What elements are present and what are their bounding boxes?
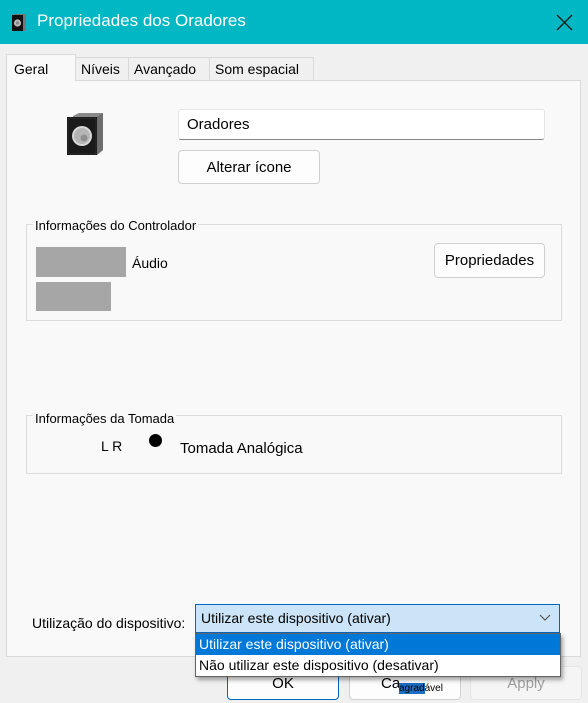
close-icon [556, 14, 572, 30]
chevron-down-icon [539, 614, 551, 621]
redacted-controller-name [36, 247, 126, 277]
jack-color-indicator [149, 434, 162, 447]
cancel-button-label: Ca [381, 675, 401, 692]
overlay-text-fragment: agradável [399, 683, 443, 694]
controller-name-suffix: Áudio [132, 255, 168, 271]
device-usage-label: Utilização do dispositivo: [32, 615, 186, 631]
dropdown-option-disable[interactable]: Não utilizar este dispositivo (desativar… [196, 655, 560, 676]
jack-info-label: Informações da Tomada [33, 411, 177, 426]
tab-som-espacial[interactable]: Som espacial [209, 57, 314, 80]
controller-info-label: Informações do Controlador [33, 218, 199, 233]
change-icon-button[interactable]: Alterar ícone [178, 150, 320, 184]
tab-geral[interactable]: Geral [6, 54, 76, 81]
tab-avancado[interactable]: Avançado [128, 57, 210, 80]
title-bar: Propriedades dos Oradores [0, 0, 588, 44]
controller-properties-button[interactable]: Propriedades [434, 243, 545, 278]
device-usage-dropdown-list: Utilizar este dispositivo (ativar) Não u… [195, 633, 561, 677]
window-title: Propriedades dos Oradores [37, 11, 246, 30]
overlay-text-rest: ável [424, 683, 443, 694]
jack-channels: L R [101, 438, 123, 454]
speaker-icon [67, 113, 103, 155]
overlay-text-highlight: agrad [399, 683, 425, 694]
tab-niveis[interactable]: Níveis [75, 57, 129, 80]
dropdown-option-enable[interactable]: Utilizar este dispositivo (ativar) [196, 634, 560, 655]
redacted-controller-vendor [36, 282, 111, 311]
device-usage-selected-value: Utilizar este dispositivo (ativar) [201, 610, 391, 626]
jack-name: Tomada Analógica [180, 440, 303, 457]
device-name-input[interactable] [178, 109, 545, 140]
device-usage-select[interactable]: Utilizar este dispositivo (ativar) [195, 604, 560, 633]
speaker-icon [12, 14, 26, 31]
close-button[interactable] [540, 0, 588, 44]
